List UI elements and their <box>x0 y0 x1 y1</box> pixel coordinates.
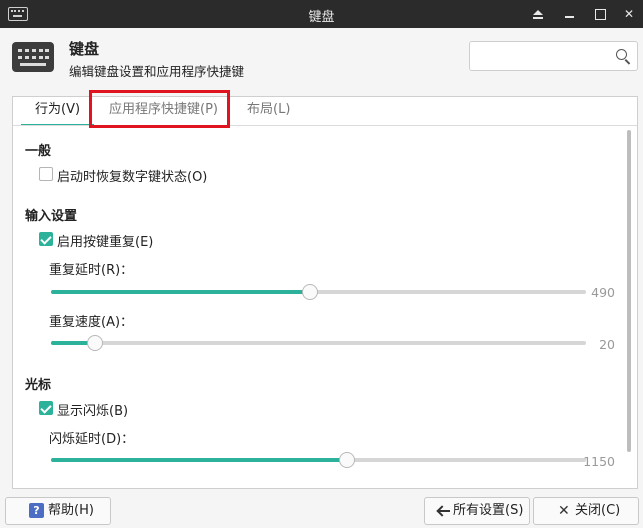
close-button[interactable]: ✕ 关闭(C) <box>533 497 639 525</box>
checkbox-label: 显示闪烁(B) <box>57 404 129 419</box>
arrow-left-icon <box>437 505 451 517</box>
repeat-speed-label: 重复速度(A)： <box>49 315 134 330</box>
checkbox-box[interactable] <box>39 167 53 181</box>
help-icon: ? <box>29 503 44 518</box>
tab-layout[interactable]: 布局(L) <box>233 96 304 126</box>
maximize-icon[interactable] <box>590 4 610 24</box>
search-icon[interactable] <box>616 49 627 60</box>
close-icon: ✕ <box>558 503 570 519</box>
repeat-delay-slider[interactable] <box>51 284 586 300</box>
page-title: 键盘 <box>69 40 100 58</box>
all-settings-button[interactable]: 所有设置(S) <box>424 497 530 525</box>
repeat-speed-value: 20 <box>599 337 615 352</box>
slider-handle[interactable] <box>338 452 355 468</box>
close-button-label: 关闭(C) <box>575 503 621 518</box>
help-button-label: 帮助(H) <box>48 503 94 518</box>
slider-track <box>51 341 586 345</box>
page-subtitle: 编辑键盘设置和应用程序快捷键 <box>69 64 245 79</box>
section-general-heading: 一般 <box>25 144 52 159</box>
shade-icon[interactable] <box>528 4 548 24</box>
checkbox-box[interactable] <box>39 401 53 415</box>
search-input[interactable] <box>469 41 638 71</box>
vertical-scrollbar[interactable] <box>627 130 631 452</box>
annotation-highlight-box <box>89 90 230 128</box>
slider-handle[interactable] <box>302 284 319 300</box>
close-window-icon[interactable]: ✕ <box>619 4 639 24</box>
all-settings-label: 所有设置(S) <box>453 503 524 518</box>
blink-delay-slider[interactable] <box>51 452 586 468</box>
checkbox-label: 启动时恢复数字键状态(O) <box>57 170 208 185</box>
section-input-heading: 输入设置 <box>25 209 78 224</box>
slider-fill <box>51 290 311 294</box>
tab-behavior[interactable]: 行为(V) <box>21 96 95 126</box>
help-button[interactable]: ? 帮助(H) <box>5 497 111 525</box>
section-cursor-heading: 光标 <box>25 378 52 393</box>
minimize-icon[interactable] <box>560 4 580 24</box>
title-bar: 键盘 ✕ <box>0 0 643 28</box>
slider-handle[interactable] <box>87 335 104 351</box>
repeat-delay-value: 490 <box>591 285 615 300</box>
checkbox-label: 启用按键重复(E) <box>57 235 154 250</box>
blink-delay-value: 1150 <box>583 454 615 469</box>
repeat-delay-label: 重复延时(R)： <box>49 263 134 278</box>
checkbox-box[interactable] <box>39 232 53 246</box>
slider-fill <box>51 458 347 462</box>
repeat-speed-slider[interactable] <box>51 335 586 351</box>
keyboard-icon <box>12 42 54 72</box>
blink-delay-label: 闪烁延时(D)： <box>49 432 135 447</box>
